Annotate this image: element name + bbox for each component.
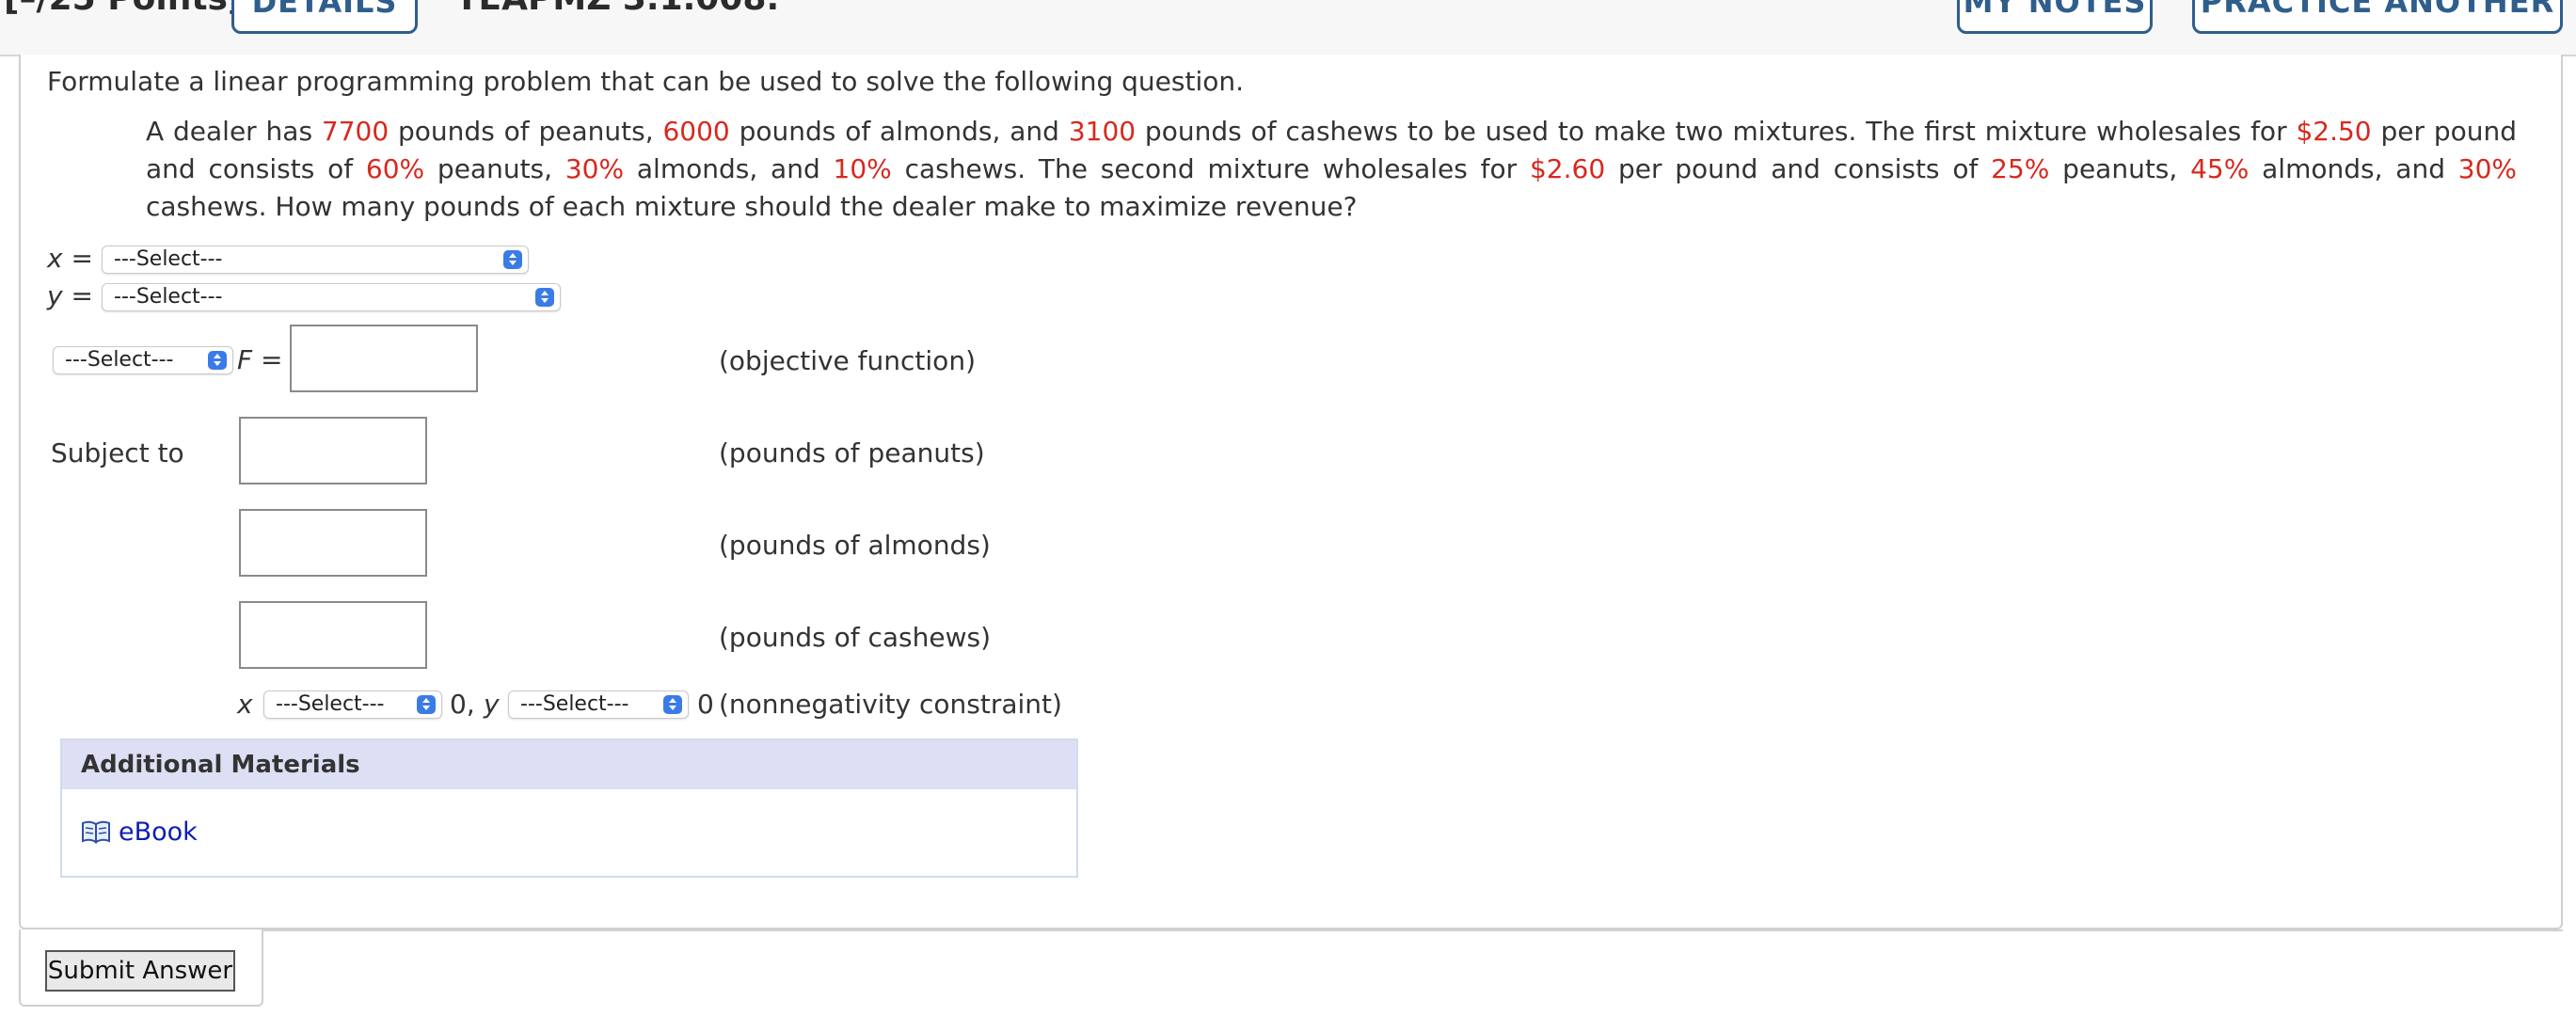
cashews-constraint-note: (pounds of cashews) <box>719 622 991 653</box>
y-variable: y <box>484 689 500 720</box>
mixture1-price: $2.50 <box>2296 116 2372 147</box>
cashews-amount: 3100 <box>1068 116 1137 147</box>
mixture1-peanuts: 60% <box>365 153 425 184</box>
question-text-part: pounds of cashews to be used to make two… <box>1136 116 2297 147</box>
objective-function-input[interactable] <box>290 325 478 392</box>
practice-another-button[interactable]: PRACTICE ANOTHER <box>2192 0 2563 34</box>
subject-to-label: Subject to <box>51 437 184 468</box>
y-definition-select[interactable]: ---Select--- <box>102 283 561 311</box>
cashews-constraint-input[interactable] <box>239 601 427 669</box>
book-icon <box>81 819 111 844</box>
mixture2-price: $2.60 <box>1529 153 1606 184</box>
f-variable: F <box>237 344 253 375</box>
y-definition-label: y = <box>47 280 93 311</box>
question-text-part: pounds of peanuts, <box>389 116 663 147</box>
mixture2-peanuts: 25% <box>1991 153 2050 184</box>
mixture2-almonds: 45% <box>2190 153 2250 184</box>
question-text-part: A dealer has <box>146 116 322 147</box>
peanuts-constraint-note: (pounds of peanuts) <box>719 437 985 468</box>
f-label: F = <box>237 344 282 375</box>
details-button[interactable]: DETAILS <box>231 0 418 34</box>
question-text: A dealer has 7700 pounds of peanuts, 600… <box>146 113 2517 226</box>
question-text-part: peanuts, <box>2049 153 2191 184</box>
almonds-amount: 6000 <box>662 116 730 147</box>
question-text-part: cashews. The second mixture wholesales f… <box>891 153 1530 184</box>
x-variable: x <box>47 243 63 274</box>
nonnegativity-note: (nonnegativity constraint) <box>719 689 1062 720</box>
question-text-part: cashews. How many pounds of each mixture… <box>146 191 1358 222</box>
mixture2-cashews: 30% <box>2457 153 2518 184</box>
peanuts-amount: 7700 <box>321 116 390 147</box>
equals-sign: = <box>261 344 283 375</box>
question-text-part: pounds of almonds, and <box>729 116 1069 147</box>
select-chevron-icon <box>503 250 522 269</box>
select-chevron-icon <box>663 695 682 714</box>
almonds-constraint-input[interactable] <box>239 509 427 577</box>
x-definition-select[interactable]: ---Select--- <box>102 246 529 274</box>
select-value: ---Select--- <box>276 692 385 716</box>
additional-materials-title: Additional Materials <box>62 740 1076 789</box>
objective-function-note: (objective function) <box>719 345 976 376</box>
select-chevron-icon <box>208 351 227 370</box>
ebook-link[interactable]: eBook <box>81 818 198 847</box>
select-value: ---Select--- <box>520 692 629 716</box>
additional-materials-box: Additional Materials eBook <box>60 738 1078 878</box>
almonds-constraint-note: (pounds of almonds) <box>719 530 991 561</box>
question-text-part: almonds, and <box>624 153 834 184</box>
select-value: ---Select--- <box>114 285 223 309</box>
points-label: [–/25 Points] <box>4 0 243 18</box>
x-variable: x <box>237 689 253 720</box>
header-bar: [–/25 Points] DETAILS TEAPMZ 3.1.008. MY… <box>0 0 2576 56</box>
x-definition-label: x = <box>47 243 93 274</box>
mixture1-almonds: 30% <box>564 153 625 184</box>
y-variable: y <box>47 280 63 311</box>
ebook-label: eBook <box>119 818 198 847</box>
my-notes-button[interactable]: MY NOTES <box>1957 0 2153 34</box>
x-zero-bound: 0, <box>450 689 475 720</box>
submit-answer-button[interactable]: Submit Answer <box>45 950 235 992</box>
problem-id: TEAPMZ 3.1.008. <box>455 0 779 18</box>
select-value: ---Select--- <box>65 348 174 372</box>
equals-sign: = <box>71 280 93 311</box>
equals-sign: = <box>71 243 93 274</box>
select-value: ---Select--- <box>114 247 223 271</box>
y-zero-bound: 0 <box>697 689 714 720</box>
question-prompt: Formulate a linear programming problem t… <box>47 66 1245 97</box>
select-chevron-icon <box>417 695 436 714</box>
question-text-part: almonds, and <box>2249 153 2458 184</box>
y-nonnegativity-select[interactable]: ---Select--- <box>508 691 689 719</box>
select-chevron-icon <box>535 288 554 307</box>
question-text-part: peanuts, <box>424 153 565 184</box>
x-nonnegativity-select[interactable]: ---Select--- <box>263 691 442 719</box>
objective-direction-select[interactable]: ---Select--- <box>53 346 233 374</box>
peanuts-constraint-input[interactable] <box>239 417 427 484</box>
panel-divider <box>262 929 2563 931</box>
question-text-part: per pound and consists of <box>1605 153 1992 184</box>
mixture1-cashews: 10% <box>833 153 892 184</box>
